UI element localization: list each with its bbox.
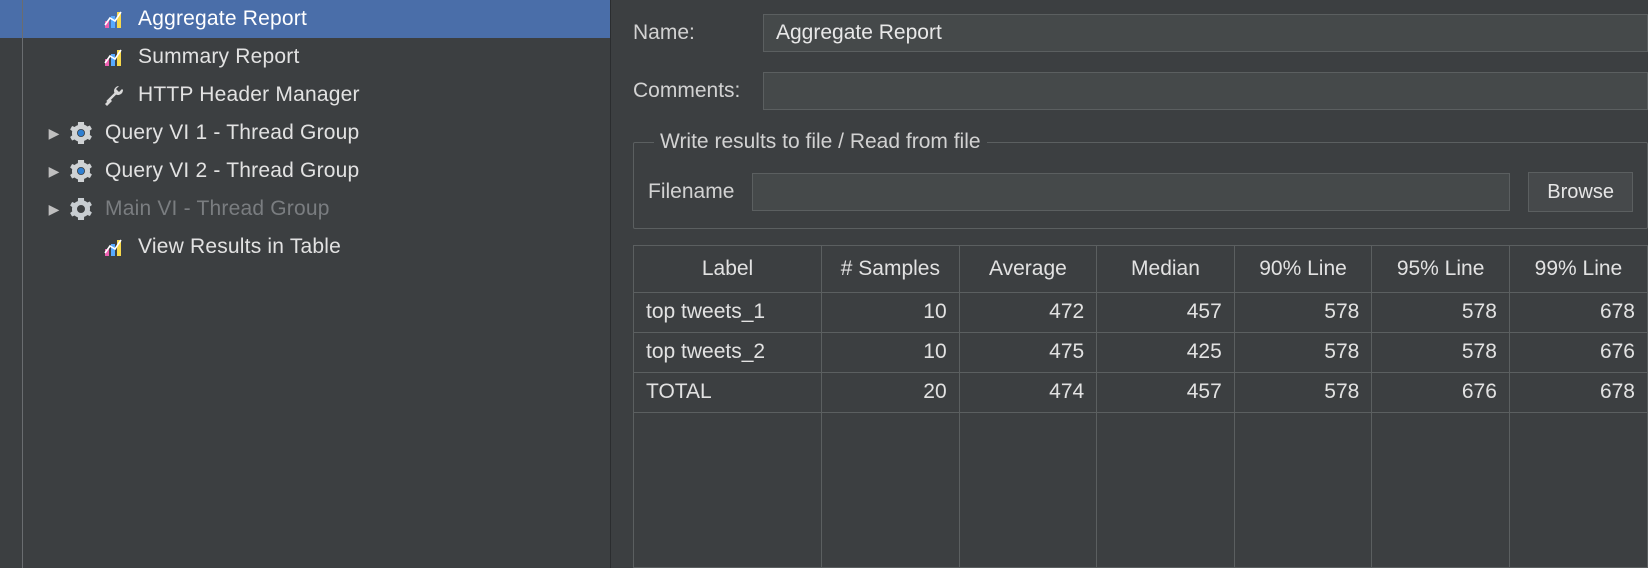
tree-item-query-vi-1-thread-group[interactable]: ▶ Query VI 1 - Thread Group [0, 114, 610, 152]
cell-value: 578 [1234, 292, 1372, 332]
gear-icon [67, 157, 95, 185]
table-filler [634, 412, 1647, 568]
column-header[interactable]: # Samples [822, 246, 960, 292]
tree-sidebar: Aggregate Report Summary Report HTTP Heade… [0, 0, 611, 568]
cell-value: 678 [1509, 372, 1647, 412]
cell-value: 578 [1372, 332, 1510, 372]
cell-value: 472 [959, 292, 1097, 332]
cell-value: 676 [1372, 372, 1510, 412]
cell-label: top tweets_1 [634, 292, 822, 332]
tree-item-label: Main VI - Thread Group [105, 197, 330, 221]
gear-icon [67, 119, 95, 147]
column-header[interactable]: 95% Line [1372, 246, 1510, 292]
disclosure-triangle-icon[interactable]: ▶ [45, 201, 63, 218]
tree-item-query-vi-2-thread-group[interactable]: ▶ Query VI 2 - Thread Group [0, 152, 610, 190]
results-table-wrap: Label# SamplesAverageMedian90% Line95% L… [633, 245, 1648, 568]
cell-value: 425 [1097, 332, 1235, 372]
main-panel: Name: Comments: Write results to file / … [611, 0, 1648, 568]
cell-value: 457 [1097, 292, 1235, 332]
comments-input[interactable] [763, 72, 1648, 110]
cell-value: 10 [822, 332, 960, 372]
filename-input[interactable] [752, 173, 1510, 211]
report-icon [100, 5, 128, 33]
cell-value: 678 [1509, 292, 1647, 332]
name-label: Name: [633, 21, 763, 45]
column-header[interactable]: 99% Line [1509, 246, 1647, 292]
filename-label: Filename [648, 180, 734, 204]
cell-value: 475 [959, 332, 1097, 372]
cell-label: top tweets_2 [634, 332, 822, 372]
wrench-icon [100, 81, 128, 109]
comments-label: Comments: [633, 79, 763, 103]
cell-value: 578 [1234, 332, 1372, 372]
column-header[interactable]: Label [634, 246, 822, 292]
tree-item-label: Query VI 1 - Thread Group [105, 121, 359, 145]
tree-item-view-results-in-table[interactable]: View Results in Table [0, 228, 610, 266]
tree-item-label: Query VI 2 - Thread Group [105, 159, 359, 183]
cell-value: 578 [1372, 292, 1510, 332]
cell-label: TOTAL [634, 372, 822, 412]
file-group: Write results to file / Read from file F… [633, 130, 1648, 229]
disclosure-triangle-icon[interactable]: ▶ [45, 125, 63, 142]
tree-item-label: Summary Report [138, 45, 300, 69]
report-icon [100, 233, 128, 261]
file-group-legend: Write results to file / Read from file [654, 130, 987, 154]
cell-value: 676 [1509, 332, 1647, 372]
cell-value: 10 [822, 292, 960, 332]
results-table: Label# SamplesAverageMedian90% Line95% L… [634, 246, 1647, 568]
column-header[interactable]: Average [959, 246, 1097, 292]
table-row[interactable]: top tweets_110472457578578678 [634, 292, 1647, 332]
cell-value: 578 [1234, 372, 1372, 412]
browse-button[interactable]: Browse [1528, 172, 1633, 212]
gear-icon [67, 195, 95, 223]
tree-item-http-header-manager[interactable]: HTTP Header Manager [0, 76, 610, 114]
name-input[interactable] [763, 14, 1648, 52]
tree-item-aggregate-report[interactable]: Aggregate Report [0, 0, 610, 38]
column-header[interactable]: Median [1097, 246, 1235, 292]
cell-value: 457 [1097, 372, 1235, 412]
column-header[interactable]: 90% Line [1234, 246, 1372, 292]
disclosure-triangle-icon[interactable]: ▶ [45, 163, 63, 180]
cell-value: 474 [959, 372, 1097, 412]
tree-item-label: HTTP Header Manager [138, 83, 360, 107]
report-icon [100, 43, 128, 71]
table-row[interactable]: top tweets_210475425578578676 [634, 332, 1647, 372]
tree-item-label: Aggregate Report [138, 7, 307, 31]
tree-item-label: View Results in Table [138, 235, 341, 259]
tree-item-main-vi-thread-group[interactable]: ▶ Main VI - Thread Group [0, 190, 610, 228]
cell-value: 20 [822, 372, 960, 412]
table-row[interactable]: TOTAL20474457578676678 [634, 372, 1647, 412]
tree-item-summary-report[interactable]: Summary Report [0, 38, 610, 76]
